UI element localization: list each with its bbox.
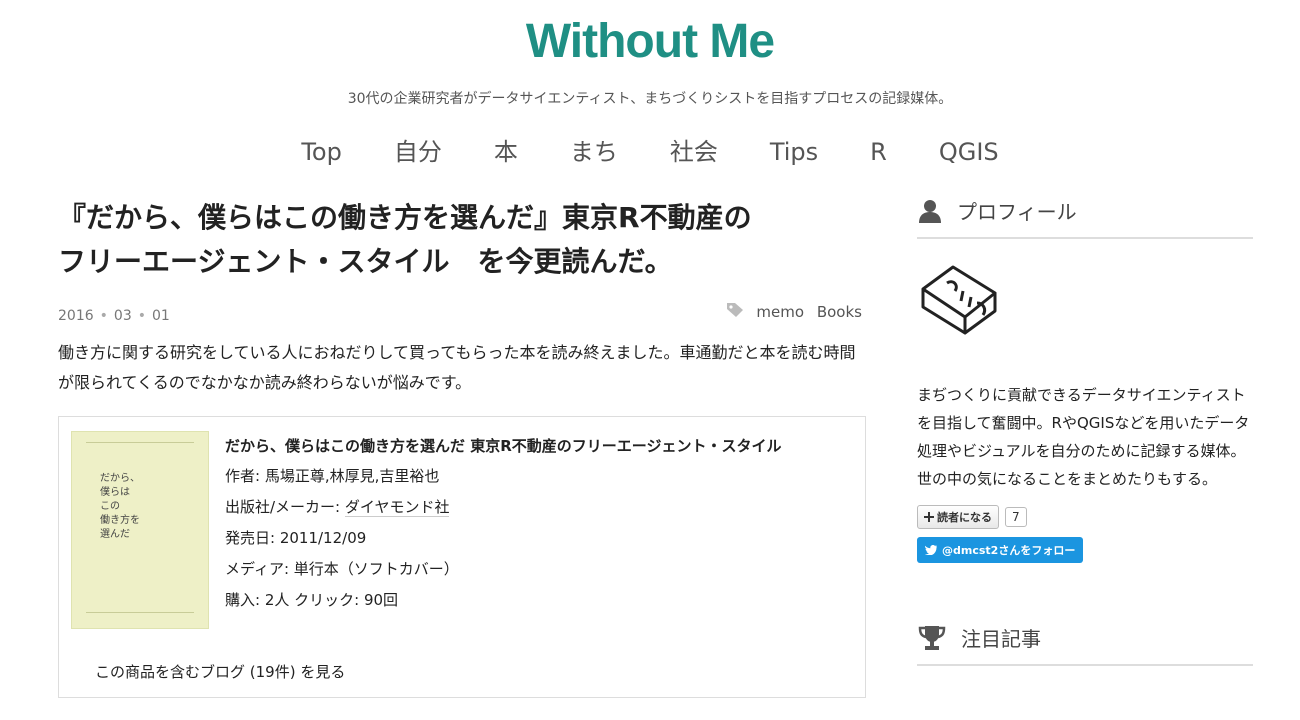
date-separator: • <box>137 308 146 324</box>
entry-title[interactable]: 『だから、僕らはこの働き方を選んだ』東京R不動産の フリーエージェント・スタイル… <box>58 196 868 284</box>
book-purchase-stats: 購入: 2人 クリック: 90回 <box>225 591 399 609</box>
entry-intro: 働き方に関する研究をしている人におねだりして買ってもらった本を読み終えました。車… <box>58 343 856 392</box>
amazon-product-box: だから、 僕らは この 働き方を 選んだ だから、僕らはこの働き方を選んだ 東京… <box>58 416 866 698</box>
book-media: メディア: 単行本（ソフトカバー） <box>225 554 855 585</box>
cover-rule <box>86 612 194 613</box>
publisher-link[interactable]: ダイヤモンド社 <box>344 498 450 517</box>
nav-item-society[interactable]: 社会 <box>670 132 718 167</box>
featured-heading: 注目記事 <box>917 623 1253 666</box>
book-info: だから、僕らはこの働き方を選んだ 東京R不動産のフリーエージェント・スタイル 作… <box>225 431 855 616</box>
main-content: 『だから、僕らはこの働き方を選んだ』東京R不動産の フリーエージェント・スタイル… <box>58 196 868 698</box>
nav-item-top[interactable]: Top <box>301 138 342 166</box>
twitter-follow-label: @dmcst2さんをフォロー <box>942 544 1076 557</box>
nav-item-books[interactable]: 本 <box>494 132 518 167</box>
nav-item-qgis[interactable]: QGIS <box>939 138 999 166</box>
cover-line: 僕らは <box>100 487 130 498</box>
cover-rule <box>86 442 194 443</box>
profile-avatar-icon[interactable] <box>917 263 1253 341</box>
nav-item-tips[interactable]: Tips <box>770 138 818 166</box>
entry-meta: 2016 • 03 • 01 memo Books <box>58 300 868 330</box>
author-value: 馬場正尊,林厚見,吉里裕也 <box>264 467 440 485</box>
trophy-icon <box>918 625 946 650</box>
media-value: 単行本（ソフトカバー） <box>293 560 459 578</box>
release-value: 2011/12/09 <box>279 529 367 547</box>
subscribe-label: 読者になる <box>937 511 992 524</box>
entry-date[interactable]: 2016 • 03 • 01 <box>58 308 170 324</box>
cover-line: この <box>100 501 120 512</box>
twitter-follow-button[interactable]: @dmcst2さんをフォロー <box>917 537 1084 563</box>
site-title[interactable]: Without Me <box>0 14 1300 69</box>
reader-count: 7 <box>1005 507 1027 527</box>
category-memo[interactable]: memo <box>756 303 804 321</box>
cover-line: 選んだ <box>100 529 130 540</box>
profile-description: まぢつくりに貢献できるデータサイエンティストを目指して奮闘中。RやQGISなどを… <box>917 381 1253 493</box>
subscribe-button[interactable]: 読者になる <box>917 505 999 529</box>
author-label: 作者: <box>225 467 265 485</box>
publisher-label: 出版社/メーカー: <box>225 498 345 516</box>
date-month: 03 <box>113 308 132 324</box>
category-books[interactable]: Books <box>817 303 862 321</box>
reader-row: 読者になる 7 <box>917 505 1253 529</box>
date-separator: • <box>99 308 108 324</box>
plus-icon <box>924 512 934 522</box>
twitter-bird-icon <box>925 545 937 555</box>
entry-title-line2[interactable]: フリーエージェント・スタイル を今更読んだ。 <box>58 245 673 278</box>
sidebar: プロフィール まぢつくりに貢献できるデータサイエンティストを目指して奮闘中。Rや… <box>917 196 1253 666</box>
book-title[interactable]: だから、僕らはこの働き方を選んだ 東京R不動産のフリーエージェント・スタイル <box>225 431 855 461</box>
entry-title-line1[interactable]: 『だから、僕らはこの働き方を選んだ』東京R不動産の <box>58 201 752 234</box>
date-day: 01 <box>152 308 170 324</box>
book-cover-image[interactable]: だから、 僕らは この 働き方を 選んだ <box>71 431 209 629</box>
book-author: 作者: 馬場正尊,林厚見,吉里裕也 <box>225 461 855 492</box>
profile-text-line: まぢつくりに貢献できるデータサイエンティストを目指して奮闘中。RやQGISなどを… <box>917 386 1250 460</box>
tag-icon <box>726 302 744 322</box>
nav-item-self[interactable]: 自分 <box>394 132 442 167</box>
entry-categories: memo Books <box>726 302 862 322</box>
site-tagline: 30代の企業研究者がデータサイエンティスト、まちづくりシストを目指すプロセスの記… <box>347 91 953 107</box>
release-label: 発売日: <box>225 529 280 547</box>
book-publisher: 出版社/メーカー: ダイヤモンド社 <box>225 492 855 523</box>
nav-item-r[interactable]: R <box>870 138 887 166</box>
book-release: 発売日: 2011/12/09 <box>225 523 855 554</box>
media-label: メディア: <box>225 560 294 578</box>
nav-item-town[interactable]: まち <box>570 132 618 167</box>
profile-heading-label: プロフィール <box>957 200 1077 224</box>
cover-line: だから、 <box>100 473 140 484</box>
featured-heading-label: 注目記事 <box>961 627 1041 651</box>
global-nav: Top 自分 本 まち 社会 Tips R QGIS <box>0 132 1300 167</box>
cover-line: 働き方を <box>100 515 140 526</box>
user-icon <box>919 199 941 223</box>
profile-text-line: 世の中の気になることをまとめたりもする。 <box>917 470 1218 488</box>
date-year: 2016 <box>58 308 94 324</box>
blog-mentions-link[interactable]: この商品を含むブログ (19件) を見る <box>95 661 345 682</box>
profile-heading: プロフィール <box>917 196 1253 239</box>
book-cover-text: だから、 僕らは この 働き方を 選んだ <box>100 472 140 542</box>
